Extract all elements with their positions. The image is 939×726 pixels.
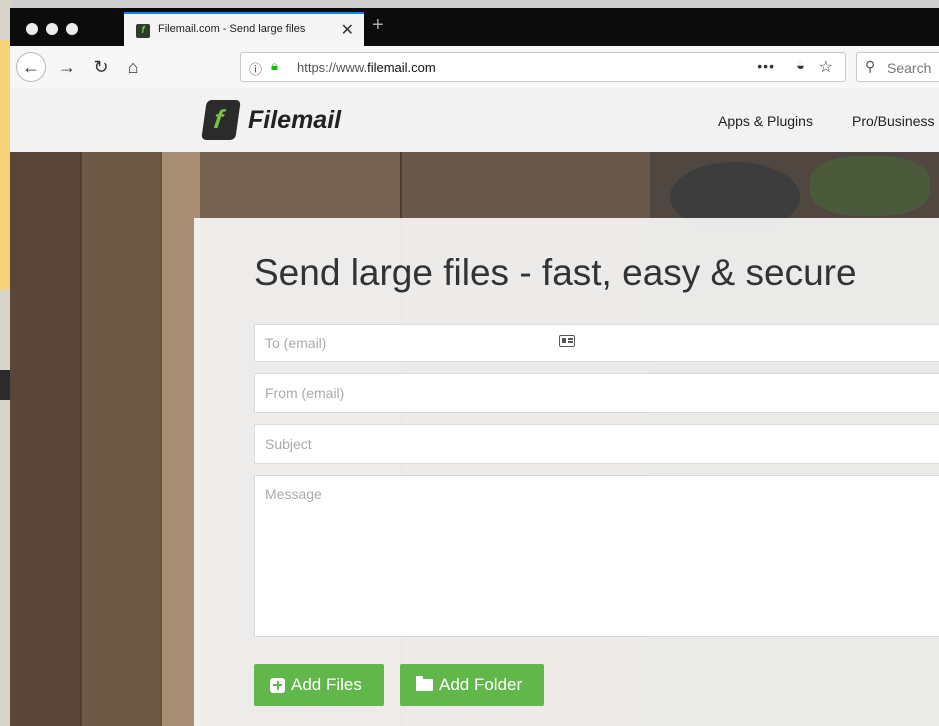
folder-icon xyxy=(416,676,433,691)
page-title: Send large files - fast, easy & secure xyxy=(254,252,857,293)
navigation-toolbar: ← → ↻ ⌂ ⓘ 🔒︎ https://www.filemail.com ••… xyxy=(10,46,939,89)
add-folder-label: Add Folder xyxy=(439,675,523,694)
wood-seam xyxy=(160,152,162,726)
info-icon[interactable]: ⓘ xyxy=(249,59,262,78)
plus-icon xyxy=(270,677,285,693)
from-email-field[interactable] xyxy=(254,373,939,413)
from-email-input[interactable] xyxy=(255,374,939,412)
to-email-field[interactable] xyxy=(254,324,939,362)
url-bar[interactable]: ⓘ 🔒︎ https://www.filemail.com ••• ◒ ☆ xyxy=(240,52,846,82)
add-files-label: Add Files xyxy=(291,675,362,694)
site-header: f Filemail Apps & Plugins Pro/Business xyxy=(10,88,939,152)
home-icon[interactable]: ⌂ xyxy=(120,54,146,80)
url-text[interactable]: https://www.filemail.com xyxy=(297,60,436,75)
message-textarea[interactable] xyxy=(255,476,939,636)
upload-form: Send large files - fast, easy & secure A… xyxy=(194,218,939,726)
tab-close-icon[interactable]: ✕ xyxy=(341,20,354,40)
wood-plank xyxy=(10,152,80,726)
subject-field[interactable] xyxy=(254,424,939,464)
forward-arrow-icon[interactable]: → xyxy=(54,54,80,80)
browser-window: f Filemail.com - Send large files ✕ + ← … xyxy=(10,8,939,726)
message-field[interactable] xyxy=(254,475,939,637)
add-folder-button[interactable]: Add Folder xyxy=(400,664,544,706)
search-bar[interactable]: ⚲ Search xyxy=(856,52,939,82)
to-email-input[interactable] xyxy=(255,325,939,361)
more-icon[interactable]: ••• xyxy=(757,58,775,74)
web-page: f Filemail Apps & Plugins Pro/Business S… xyxy=(10,88,939,726)
filemail-logo-icon[interactable]: f xyxy=(201,100,241,140)
add-files-button[interactable]: Add Files xyxy=(254,664,384,706)
maximize-window-button[interactable] xyxy=(66,23,78,35)
logo-text[interactable]: Filemail xyxy=(248,106,341,135)
nav-pro-business[interactable]: Pro/Business xyxy=(852,113,934,129)
search-icon: ⚲ xyxy=(865,58,876,74)
star-icon[interactable]: ☆ xyxy=(819,57,833,77)
reload-icon[interactable]: ↻ xyxy=(88,54,114,80)
favicon-icon: f xyxy=(136,24,150,38)
lock-icon: 🔒︎ xyxy=(271,58,278,73)
nav-apps-plugins[interactable]: Apps & Plugins xyxy=(718,113,813,129)
pocket-icon[interactable]: ◒ xyxy=(796,57,805,74)
window-controls xyxy=(26,22,86,40)
tab-title: Filemail.com - Send large files xyxy=(158,23,306,35)
back-arrow-icon[interactable]: ← xyxy=(16,52,46,82)
tab-filemail[interactable]: f Filemail.com - Send large files ✕ xyxy=(124,12,364,46)
minimize-window-button[interactable] xyxy=(46,23,58,35)
search-placeholder: Search xyxy=(887,60,932,76)
tab-bar: f Filemail.com - Send large files ✕ + xyxy=(10,8,939,46)
wood-plank xyxy=(80,152,160,726)
new-tab-button[interactable]: + xyxy=(372,14,384,37)
herb-sprig xyxy=(810,156,930,216)
subject-input[interactable] xyxy=(255,425,939,463)
wood-seam xyxy=(80,152,82,726)
contact-card-icon[interactable] xyxy=(559,335,575,347)
hero-background: Send large files - fast, easy & secure A… xyxy=(10,152,939,726)
close-window-button[interactable] xyxy=(26,23,38,35)
